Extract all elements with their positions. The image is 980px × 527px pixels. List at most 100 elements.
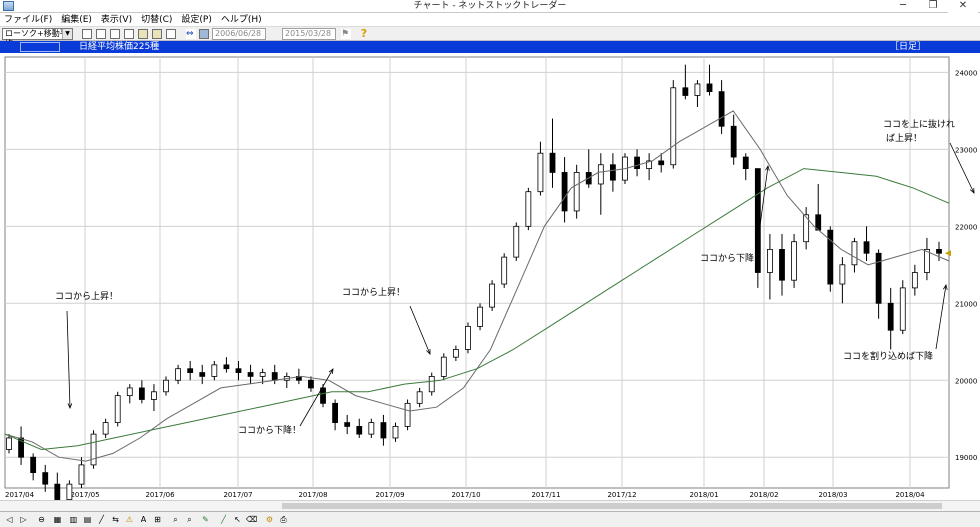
candle-body [30, 456, 37, 474]
chart-area[interactable]: 2017/04 2017/05 2017/06 2017/07 2017/08 2017/… [0, 53, 980, 512]
text-icon[interactable]: A [138, 514, 149, 525]
window-icon[interactable] [138, 29, 148, 39]
candle-body [694, 83, 701, 96]
grid-icon[interactable] [166, 29, 176, 39]
help-icon[interactable]: ? [359, 28, 369, 40]
candle-body [597, 164, 604, 185]
bar-chart-icon[interactable]: ▥ [68, 514, 79, 525]
annotation-down1: ココから下降！ [238, 424, 301, 436]
title-bar: チャート - ネットストックトレーダー ─ ❐ ✕ [0, 0, 980, 13]
shrink-icon[interactable]: ⊖ [36, 514, 47, 525]
date-from-field[interactable]: 2006/06/28 [212, 28, 266, 40]
flag-icon[interactable]: ⚑ [341, 29, 351, 39]
candle-body [380, 422, 387, 439]
y-tick-label: 20000 [955, 377, 977, 385]
candle-body [875, 252, 882, 304]
y-tick-label: 24000 [955, 69, 977, 77]
document-copy-icon[interactable] [96, 29, 106, 39]
candle-body [573, 172, 580, 212]
menu-help[interactable]: ヘルプ(H) [221, 14, 262, 26]
candle-body [537, 152, 544, 193]
link-icon[interactable]: ⇔ [186, 29, 196, 39]
zoom-icon[interactable]: ⌕ [170, 514, 181, 525]
magnify-icon[interactable]: ⌕ [184, 514, 195, 525]
candle-body [223, 364, 230, 370]
horizontal-scrollbar[interactable] [0, 500, 980, 511]
settings-icon[interactable]: ⚙ [264, 514, 275, 525]
chevron-down-icon[interactable]: ▼ [62, 29, 72, 39]
window-stack-icon[interactable] [152, 29, 162, 39]
x-tick-label: 2017/04 [5, 491, 35, 499]
print-icon[interactable]: ⎙ [278, 514, 289, 525]
candle-body [477, 306, 483, 327]
candle-body [428, 376, 435, 393]
eraser-icon[interactable]: ⌫ [246, 514, 257, 525]
close-button[interactable]: ✕ [948, 0, 978, 13]
candle-body [730, 125, 737, 158]
x-tick-label: 2017/05 [70, 491, 99, 499]
document-arrow-icon[interactable] [110, 29, 120, 39]
toolbar: ローソク+移動平均 ▼ ⇔ 2006/06/28 2015/03/28 ⚑ ? [0, 27, 980, 48]
candle-body [114, 395, 121, 423]
date-to-value: 2015/03/28 [285, 29, 332, 38]
x-tick-label: 2018/03 [818, 491, 847, 499]
compare-icon[interactable]: ⇆ [110, 514, 121, 525]
menu-view[interactable]: 表示(V) [101, 14, 132, 26]
candle-icon[interactable]: ▤ [82, 514, 93, 525]
candle-body [54, 483, 61, 500]
menu-file[interactable]: ファイル(F) [4, 14, 52, 26]
move-right-icon[interactable]: ▷ [18, 514, 29, 525]
draw-line-icon[interactable]: ╱ [218, 514, 229, 525]
candle-body [259, 372, 266, 377]
y-tick-label: 23000 [955, 146, 977, 154]
candle-body [489, 283, 496, 308]
calendar-icon[interactable] [199, 29, 209, 39]
candle-body [682, 87, 689, 96]
candle-body [247, 372, 254, 377]
annotation-down2: ココから下降！ [700, 252, 763, 264]
candle-body [911, 272, 918, 289]
menu-switch[interactable]: 切替(C) [141, 14, 172, 26]
move-left-icon[interactable]: ◁ [4, 514, 15, 525]
pointer-icon[interactable]: ↖ [232, 514, 243, 525]
candle-body [78, 464, 85, 485]
candle-body [549, 152, 556, 173]
candle-body [887, 302, 894, 331]
candle-body [658, 160, 665, 166]
ruler-icon[interactable]: ⊞ [152, 514, 163, 525]
candle-body [404, 402, 411, 427]
candle-body [235, 368, 242, 373]
restore-button[interactable]: ❐ [918, 0, 948, 13]
candle-body [320, 387, 326, 404]
x-tick-label: 2017/12 [607, 491, 636, 499]
candle-body [936, 249, 942, 254]
document-edit-icon[interactable] [124, 29, 134, 39]
document-icon[interactable] [82, 29, 92, 39]
x-tick-label: 2017/07 [223, 491, 252, 499]
candle-body [706, 83, 713, 93]
candle-body [767, 249, 773, 273]
warning-icon[interactable]: ⚠ [124, 514, 135, 525]
bottom-toolbar: ◁ ▷ ⊖ ▦ ▥ ▤ ╱ ⇆ ⚠ A ⊞ ⌕ ⌕ ✎ ╱ ↖ ⌫ ⚙ ⎙ [0, 511, 980, 527]
code-box[interactable] [20, 42, 60, 52]
candle-body [851, 241, 858, 266]
line-chart-icon[interactable]: ╱ [96, 514, 107, 525]
menu-settings[interactable]: 設定(P) [181, 14, 211, 26]
annotation-break_up_2: ば上昇！ [886, 133, 922, 144]
candle-body [501, 256, 508, 285]
table-icon[interactable]: ▦ [52, 514, 63, 525]
minimize-button[interactable]: ─ [888, 0, 918, 13]
pen-icon[interactable]: ✎ [200, 514, 211, 525]
candle-body [308, 379, 314, 389]
annotation-up2: ココから上昇！ [342, 287, 405, 298]
candle-body [138, 387, 145, 400]
candle-body [66, 483, 73, 500]
scrollbar-thumb[interactable] [282, 503, 942, 509]
candle-body [609, 164, 616, 181]
candle-body [899, 287, 906, 331]
menu-edit[interactable]: 編集(E) [61, 14, 92, 26]
date-to-field[interactable]: 2015/03/28 [282, 28, 336, 40]
chart-type-select[interactable]: ローソク+移動平均 ▼ [2, 28, 73, 48]
annotation-break_up_1: ココを上に抜けれ [883, 118, 955, 130]
candle-body [863, 241, 870, 254]
